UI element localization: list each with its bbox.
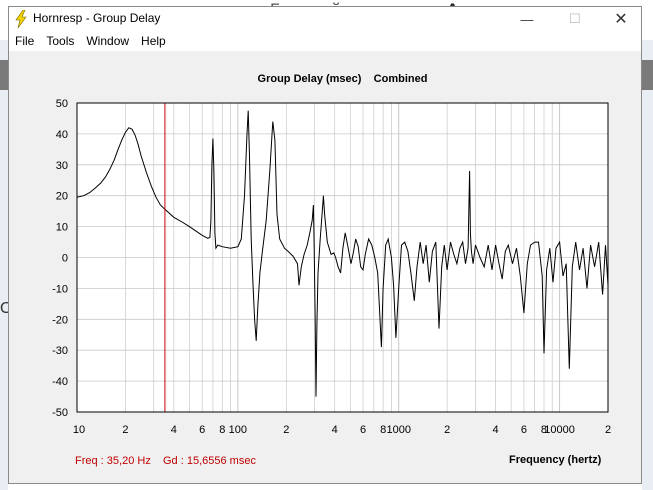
x-tick-label: 4 (332, 424, 338, 436)
y-tick-label: -30 (52, 345, 68, 357)
close-button[interactable]: ✕ (603, 7, 639, 31)
y-tick-label: 40 (56, 129, 68, 141)
y-tick-label: -40 (52, 376, 68, 388)
background-left-strip (0, 40, 8, 490)
cursor-frequency-readout: Freq : 35,20 Hz (75, 455, 151, 467)
x-tick-label: 2 (122, 424, 128, 436)
x-tick-label: 100 (229, 424, 247, 436)
x-tick-label: 8 (380, 424, 386, 436)
hornresp-window: Hornresp - Group Delay — ☐ ✕ File Tools … (8, 6, 642, 484)
x-tick-label: 10 (73, 424, 85, 436)
y-tick-label: -20 (52, 314, 68, 326)
y-tick-label: 30 (56, 160, 68, 172)
x-axis-title: Frequency (hertz) (509, 454, 602, 466)
x-tick-label: 6 (360, 424, 366, 436)
background-left-bar (0, 60, 8, 90)
y-tick-label: 10 (56, 222, 68, 234)
menu-tools[interactable]: Tools (40, 34, 80, 48)
y-tick-label: 50 (56, 98, 68, 110)
minimize-button[interactable]: — (509, 7, 545, 31)
x-tick-label: 2 (283, 424, 289, 436)
background-right-bar (642, 60, 653, 90)
y-tick-label: 0 (62, 253, 68, 265)
background-right-strip (642, 40, 653, 490)
cursor-group-delay-readout: Gd : 15,6556 msec (163, 455, 256, 467)
x-tick-label: 2 (444, 424, 450, 436)
x-tick-label: 4 (493, 424, 499, 436)
group-delay-plot-area[interactable]: Group Delay (msec) Combined 50 40 30 20 10 0 -1… (9, 51, 641, 483)
group-delay-chart[interactable]: Group Delay (msec) Combined50403020100-1… (9, 51, 641, 451)
x-tick-label: 4 (171, 424, 177, 436)
x-tick-label: 1000 (386, 424, 410, 436)
maximize-button[interactable]: ☐ (557, 7, 593, 31)
x-tick-label: 2 (605, 424, 611, 436)
lightning-app-icon (15, 10, 27, 28)
menu-help[interactable]: Help (135, 34, 172, 48)
x-tick-label: 6 (521, 424, 527, 436)
x-tick-label: 6 (199, 424, 205, 436)
window-title: Hornresp - Group Delay (33, 11, 161, 25)
menu-file[interactable]: File (9, 34, 40, 48)
y-tick-label: -10 (52, 283, 68, 295)
menu-bar: File Tools Window Help (9, 31, 641, 51)
chart-title: Group Delay (msec) Combined (258, 73, 428, 85)
y-tick-label: -50 (52, 407, 68, 419)
x-tick-label: 8 (219, 424, 225, 436)
y-tick-label: 20 (56, 191, 68, 203)
x-tick-label: 10000 (544, 424, 575, 436)
title-bar[interactable]: Hornresp - Group Delay — ☐ ✕ (9, 7, 641, 31)
menu-window[interactable]: Window (80, 34, 135, 48)
